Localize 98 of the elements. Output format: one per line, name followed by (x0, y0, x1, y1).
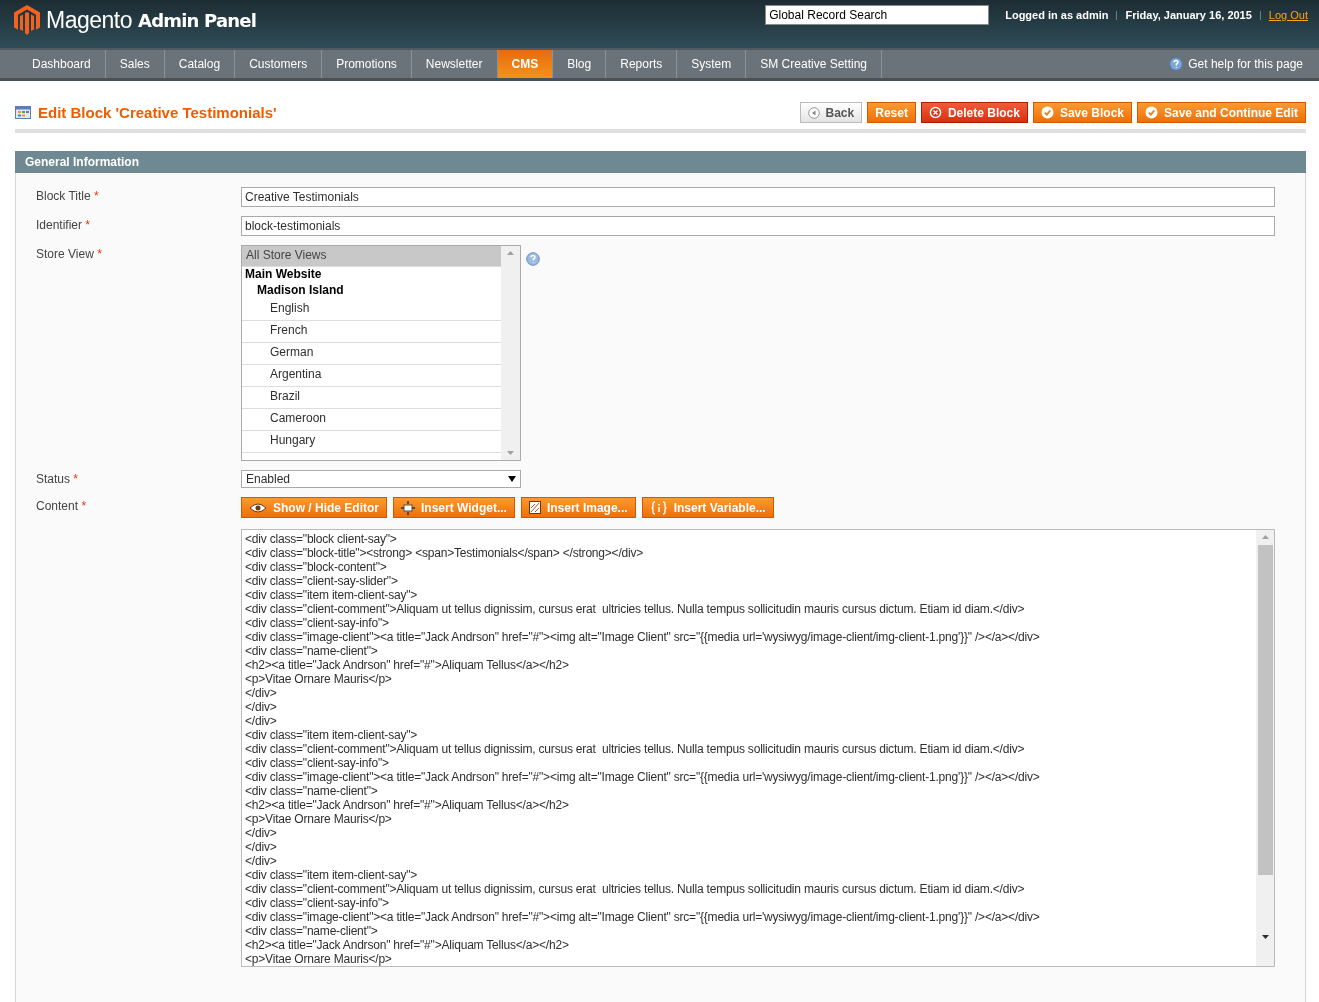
check-icon (1145, 106, 1158, 119)
code-line: </div> (245, 700, 278, 714)
code-line: <div class="item item-client-say"> (245, 728, 419, 742)
identifier-field[interactable]: block-testimonials (241, 216, 1275, 236)
list-option[interactable]: English (242, 299, 501, 321)
nav-tab[interactable]: Catalog (164, 50, 236, 78)
code-line: <div class="block-title"><strong> <span>Testimonials</span> </strong></div> (245, 546, 645, 560)
scrollbar[interactable] (1256, 530, 1274, 966)
insert-widget-button[interactable]: Insert Widget... (393, 497, 515, 518)
scroll-up-icon[interactable] (507, 251, 514, 255)
code-line: <div class="client-say-info"> (245, 756, 390, 770)
logo-subtitle: Admin Panel (138, 9, 257, 31)
scrollbar[interactable] (501, 246, 520, 460)
code-line: <div class="client-say-info"> (245, 616, 390, 630)
code-line: <div class="image-client"><a title="Jack Andrson" href="#"><img alt="Image Client" src="{{media url='wysiwyg/image-client/img-client-1.png'}}" /></a></div> (245, 630, 1041, 644)
nav-tab[interactable]: Dashboard (18, 50, 106, 78)
list-option[interactable]: Cameroon (242, 409, 501, 431)
field-label: Block Title * (36, 188, 100, 203)
code-line: <div class="client-comment">Aliquam ut tellus dignissim, cursus erat ultricies tellus. Nulla tempus sollicitudin mauris cursus dictum. Etiam id diam.</div> (245, 602, 1026, 616)
code-line: <div class="client-comment">Aliquam ut tellus dignissim, cursus erat ultricies tellus. Nulla tempus sollicitudin mauris cursus dictum. Etiam id diam.</div> (245, 882, 1026, 896)
list-option[interactable]: All Store Views (242, 246, 501, 267)
list-option[interactable]: Brazil (242, 387, 501, 409)
list-option[interactable]: French (242, 321, 501, 343)
section-title: General Information (25, 155, 140, 169)
dropdown-arrow-icon (508, 476, 516, 482)
code-line: <div class="client-say-slider"> (245, 574, 399, 588)
nav-tab[interactable]: Customers (235, 50, 323, 78)
code-line: <p>Vitae Ornare Mauris</p> (245, 672, 393, 686)
date-text: Friday, January 16, 2015 (1125, 9, 1252, 21)
scrollbar-thumb[interactable] (1257, 545, 1273, 875)
toggle-editor-button[interactable]: Show / Hide Editor (241, 497, 387, 518)
code-line: <div class="block client-say"> (245, 532, 398, 546)
page-title: Edit Block 'Creative Testimonials' (38, 104, 277, 121)
image-icon (528, 501, 541, 514)
check-icon (1040, 106, 1054, 119)
nav-tab[interactable]: System (677, 50, 747, 78)
field-label: Identifier * (36, 217, 92, 232)
store-view-list[interactable]: All Store Views Main Website Madison Island English French German Argentina Brazil Cameroon Hungary (241, 245, 521, 461)
code-line: <p>Vitae Ornare Mauris</p> (245, 812, 393, 826)
list-option[interactable]: German (242, 343, 501, 365)
logout-link[interactable]: Log Out (1268, 9, 1308, 21)
nav-tab[interactable]: Reports (606, 50, 678, 78)
nav-tab[interactable]: SM Creative Setting (746, 50, 882, 78)
insert-variable-button[interactable]: Insert Variable... (641, 497, 774, 518)
reset-button[interactable]: Reset (867, 102, 916, 123)
code-line: <div class="image-client"><a title="Jack Andrson" href="#"><img alt="Image Client" src="{{media url='wysiwyg/image-client/img-client-1.png'}}" /></a></div> (245, 910, 1041, 924)
list-group-label: Madison Island (256, 283, 345, 299)
grid-icon (15, 106, 31, 119)
list-option[interactable]: Hungary (242, 431, 501, 453)
code-line: <div class="block-content"> (245, 560, 388, 574)
logo-icon (14, 5, 40, 35)
code-line: <h2><a title="Jack Andrson" href="#">Aliquam Tellus</a></h2> (245, 658, 570, 672)
code-line: <div class="name-client"> (245, 644, 379, 658)
scroll-down-icon[interactable] (1261, 935, 1269, 939)
code-line: </div> (245, 854, 278, 868)
block-title-field[interactable]: Creative Testimonials (241, 187, 1275, 207)
field-label: Content * (36, 498, 88, 513)
widget-icon (401, 500, 415, 515)
code-line: <h2><a title="Jack Andrson" href="#">Aliquam Tellus</a></h2> (245, 798, 570, 812)
nav-tab[interactable]: Promotions (322, 50, 412, 78)
variable-icon (649, 500, 668, 515)
field-label: Store View * (36, 246, 103, 261)
save-button[interactable]: Save and Continue Edit (1137, 102, 1306, 123)
search-field[interactable]: Global Record Search (765, 5, 990, 25)
logo-text: Magento (46, 6, 132, 34)
insert-image-button[interactable]: Insert Image... (520, 497, 636, 518)
code-line: </div> (245, 686, 278, 700)
nav-tab[interactable]: Sales (105, 50, 165, 78)
field-label: Status * (36, 471, 80, 486)
user-status: Logged in as admin (1005, 9, 1109, 21)
nav-tab[interactable]: CMS (497, 50, 554, 78)
code-line: <p>Vitae Ornare Mauris</p> (245, 952, 393, 966)
code-line: <div class="name-client"> (245, 924, 379, 938)
help-icon (526, 252, 540, 266)
help-link[interactable]: Get help for this page (1188, 57, 1303, 71)
code-line: <div class="item item-client-say"> (245, 868, 419, 882)
list-group-label: Main Website (244, 267, 323, 283)
content-editor[interactable] (241, 529, 1275, 967)
code-line: <h2><a title="Jack Andrson" href="#">Aliquam Tellus</a></h2> (245, 938, 570, 952)
code-line: </div> (245, 840, 278, 854)
code-line: <div class="client-comment">Aliquam ut tellus dignissim, cursus erat ultricies tellus. Nulla tempus sollicitudin mauris cursus dictum. Etiam id diam.</div> (245, 742, 1026, 756)
code-line: <div class="item item-client-say"> (245, 588, 419, 602)
code-line: <div class="client-say-info"> (245, 896, 390, 910)
status-dropdown[interactable]: Enabled (241, 470, 521, 488)
save-button[interactable]: Save Block (1032, 102, 1132, 123)
cancel-icon (928, 106, 942, 119)
help-icon (1169, 57, 1184, 71)
code-line: <div class="name-client"> (245, 784, 379, 798)
list-option[interactable]: Argentina (242, 365, 501, 387)
scroll-up-icon[interactable] (1261, 535, 1269, 539)
code-line: </div> (245, 714, 278, 728)
nav-tab[interactable]: Newsletter (411, 50, 498, 78)
code-line: <div class="image-client"><a title="Jack Andrson" href="#"><img alt="Image Client" src="{{media url='wysiwyg/image-client/img-client-1.png'}}" /></a></div> (245, 770, 1041, 784)
back-button[interactable]: Back (799, 102, 863, 123)
eye-icon (249, 502, 267, 513)
code-line: </div> (245, 826, 278, 840)
nav-tab[interactable]: Blog (553, 50, 607, 78)
delete-button[interactable]: Delete Block (920, 102, 1028, 123)
